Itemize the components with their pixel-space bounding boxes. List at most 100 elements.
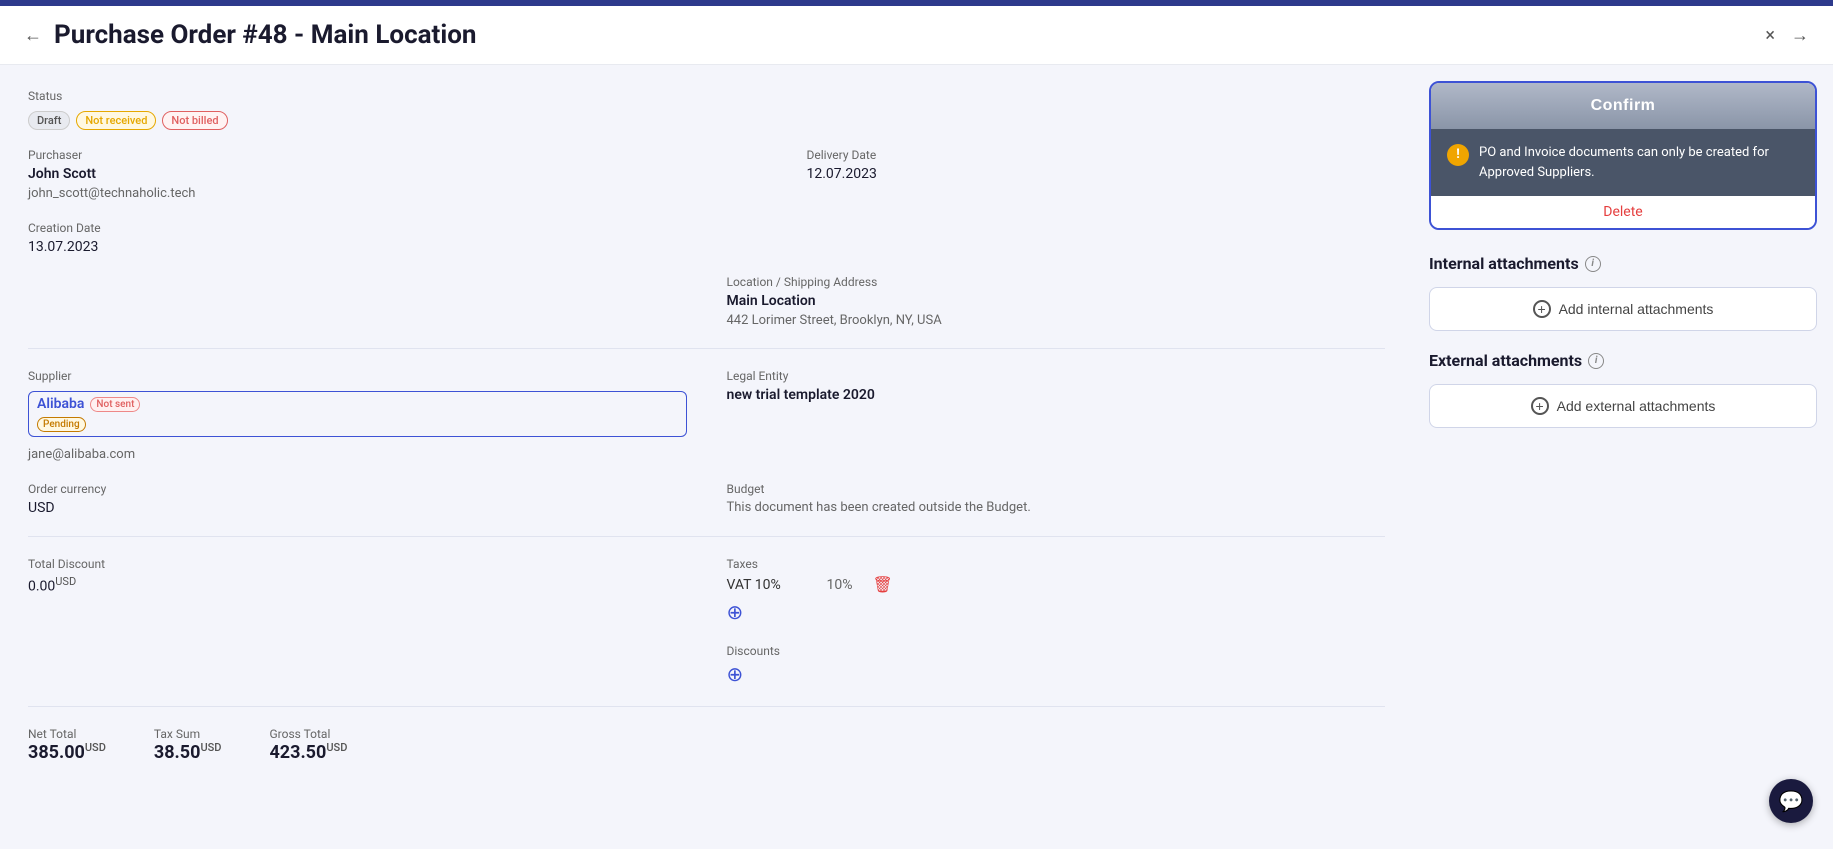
add-tax[interactable]: ⊕ — [727, 600, 1386, 624]
not-received-badge: Not received — [76, 111, 156, 130]
gross-total-value: 423.50USD — [269, 741, 347, 763]
header-right: × → — [1765, 25, 1809, 46]
add-internal-plus-icon: + — [1533, 300, 1551, 318]
tax-sum-value: 38.50USD — [154, 741, 222, 763]
add-discount[interactable]: ⊕ — [727, 662, 1386, 686]
budget-group: Budget This document has been created ou… — [727, 482, 1386, 516]
delete-button[interactable]: Delete — [1431, 196, 1815, 228]
creation-date-group: Creation Date 13.07.2023 — [28, 221, 687, 255]
status-group: Status Draft Not received Not billed — [28, 89, 1385, 130]
net-total-value: 385.00USD — [28, 741, 106, 763]
internal-attachments-label: Internal attachments — [1429, 254, 1579, 273]
order-currency-label: Order currency — [28, 482, 687, 496]
supplier-name-row: Alibaba Not sent — [37, 396, 678, 412]
location-label: Location / Shipping Address — [727, 275, 1386, 289]
not-sent-badge: Not sent — [90, 397, 140, 412]
tax-sum-label: Tax Sum — [154, 727, 222, 741]
internal-attachments-info-icon[interactable]: i — [1585, 256, 1601, 272]
total-discount-value: 0.00USD — [28, 575, 687, 595]
purchaser-name: John Scott — [28, 166, 687, 182]
internal-attachments-section: Internal attachments i + Add internal at… — [1429, 254, 1817, 331]
warning-icon: ! — [1447, 144, 1469, 166]
right-panel: Confirm ! PO and Invoice documents can o… — [1413, 65, 1833, 849]
add-external-attachments-label: Add external attachments — [1557, 398, 1716, 414]
add-tax-icon[interactable]: ⊕ — [727, 600, 744, 624]
supplier-box: Alibaba Not sent Pending — [28, 391, 687, 437]
supplier-email: jane@alibaba.com — [28, 447, 687, 462]
purchaser-group: Purchaser John Scott john_scott@technaho… — [28, 148, 687, 201]
warning-text: PO and Invoice documents can only be cre… — [1479, 143, 1799, 182]
divider-3 — [28, 706, 1385, 707]
gross-total-item: Gross Total 423.50USD — [269, 727, 347, 763]
form-grid-top: Purchaser John Scott john_scott@technaho… — [28, 148, 1385, 255]
chat-button[interactable]: 💬 — [1769, 779, 1813, 823]
form-grid-4: Total Discount 0.00USD Taxes VAT 10% 10%… — [28, 557, 1385, 686]
back-button[interactable]: ← — [24, 25, 42, 46]
purchaser-label: Purchaser — [28, 148, 687, 162]
main-layout: Status Draft Not received Not billed Pur… — [0, 65, 1833, 849]
order-currency-value: USD — [28, 500, 687, 516]
total-discount-label: Total Discount — [28, 557, 687, 571]
add-internal-attachments-label: Add internal attachments — [1559, 301, 1714, 317]
net-total-item: Net Total 385.00USD — [28, 727, 106, 763]
action-box: Confirm ! PO and Invoice documents can o… — [1429, 81, 1817, 230]
supplier-group: Supplier Alibaba Not sent Pending jane@a… — [28, 369, 687, 462]
location-name: Main Location — [727, 293, 1386, 309]
external-attachments-section: External attachments i + Add external at… — [1429, 351, 1817, 428]
close-icon[interactable]: × — [1765, 25, 1775, 46]
taxes-label: Taxes — [727, 557, 1386, 571]
pending-badge: Pending — [37, 417, 86, 432]
header-left: ← Purchase Order #48 - Main Location — [24, 20, 476, 50]
creation-date-value: 13.07.2023 — [28, 239, 687, 255]
location-address: 442 Lorimer Street, Brooklyn, NY, USA — [727, 313, 1386, 328]
form-grid-2: Location / Shipping Address Main Locatio… — [28, 275, 1385, 328]
status-label: Status — [28, 89, 1385, 103]
status-badges: Draft Not received Not billed — [28, 111, 1385, 130]
tax-sum-item: Tax Sum 38.50USD — [154, 727, 222, 763]
legal-entity-label: Legal Entity — [727, 369, 1386, 383]
add-discount-icon[interactable]: ⊕ — [727, 662, 744, 686]
tax-percent: 10% — [827, 577, 853, 593]
add-external-plus-icon: + — [1531, 397, 1549, 415]
divider-1 — [28, 348, 1385, 349]
discounts-label: Discounts — [727, 644, 1386, 658]
totals-row: Net Total 385.00USD Tax Sum 38.50USD Gro… — [28, 727, 1385, 763]
not-billed-badge: Not billed — [162, 111, 227, 130]
delivery-date-group: Delivery Date 12.07.2023 — [807, 148, 1386, 201]
add-internal-attachments-button[interactable]: + Add internal attachments — [1429, 287, 1817, 331]
budget-label: Budget — [727, 482, 1386, 496]
discounts-group: Discounts ⊕ — [727, 644, 1386, 686]
draft-badge: Draft — [28, 111, 70, 130]
taxes-section: VAT 10% 10% 🗑 ⊕ — [727, 575, 1386, 624]
legal-entity-group: Legal Entity new trial template 2020 — [727, 369, 1386, 462]
tax-row-1: VAT 10% 10% 🗑 — [727, 575, 1386, 594]
external-attachments-info-icon[interactable]: i — [1588, 353, 1604, 369]
delivery-date-value: 12.07.2023 — [807, 166, 1386, 182]
warning-box: ! PO and Invoice documents can only be c… — [1431, 129, 1815, 196]
tax-name: VAT 10% — [727, 577, 807, 593]
header: ← Purchase Order #48 - Main Location × → — [0, 6, 1833, 65]
purchaser-email: john_scott@technaholic.tech — [28, 186, 687, 201]
left-panel: Status Draft Not received Not billed Pur… — [0, 65, 1413, 849]
delivery-date-label: Delivery Date — [807, 148, 1386, 162]
taxes-group: Taxes VAT 10% 10% 🗑 ⊕ — [727, 557, 1386, 624]
legal-entity-value: new trial template 2020 — [727, 387, 1386, 403]
form-grid-3: Supplier Alibaba Not sent Pending jane@a… — [28, 369, 1385, 516]
delete-tax-icon[interactable]: 🗑 — [873, 575, 893, 594]
page-container: ← Purchase Order #48 - Main Location × →… — [0, 6, 1833, 849]
add-external-attachments-button[interactable]: + Add external attachments — [1429, 384, 1817, 428]
location-group: Location / Shipping Address Main Locatio… — [727, 275, 1386, 328]
creation-date-label: Creation Date — [28, 221, 687, 235]
supplier-name[interactable]: Alibaba — [37, 396, 84, 412]
budget-value: This document has been created outside t… — [727, 500, 1386, 515]
external-attachments-heading: External attachments i — [1429, 351, 1817, 370]
net-total-label: Net Total — [28, 727, 106, 741]
page-title: Purchase Order #48 - Main Location — [54, 20, 476, 50]
internal-attachments-heading: Internal attachments i — [1429, 254, 1817, 273]
supplier-label: Supplier — [28, 369, 687, 383]
total-discount-group: Total Discount 0.00USD — [28, 557, 687, 624]
confirm-button[interactable]: Confirm — [1431, 83, 1815, 129]
divider-2 — [28, 536, 1385, 537]
next-icon[interactable]: → — [1791, 25, 1809, 46]
gross-total-label: Gross Total — [269, 727, 347, 741]
